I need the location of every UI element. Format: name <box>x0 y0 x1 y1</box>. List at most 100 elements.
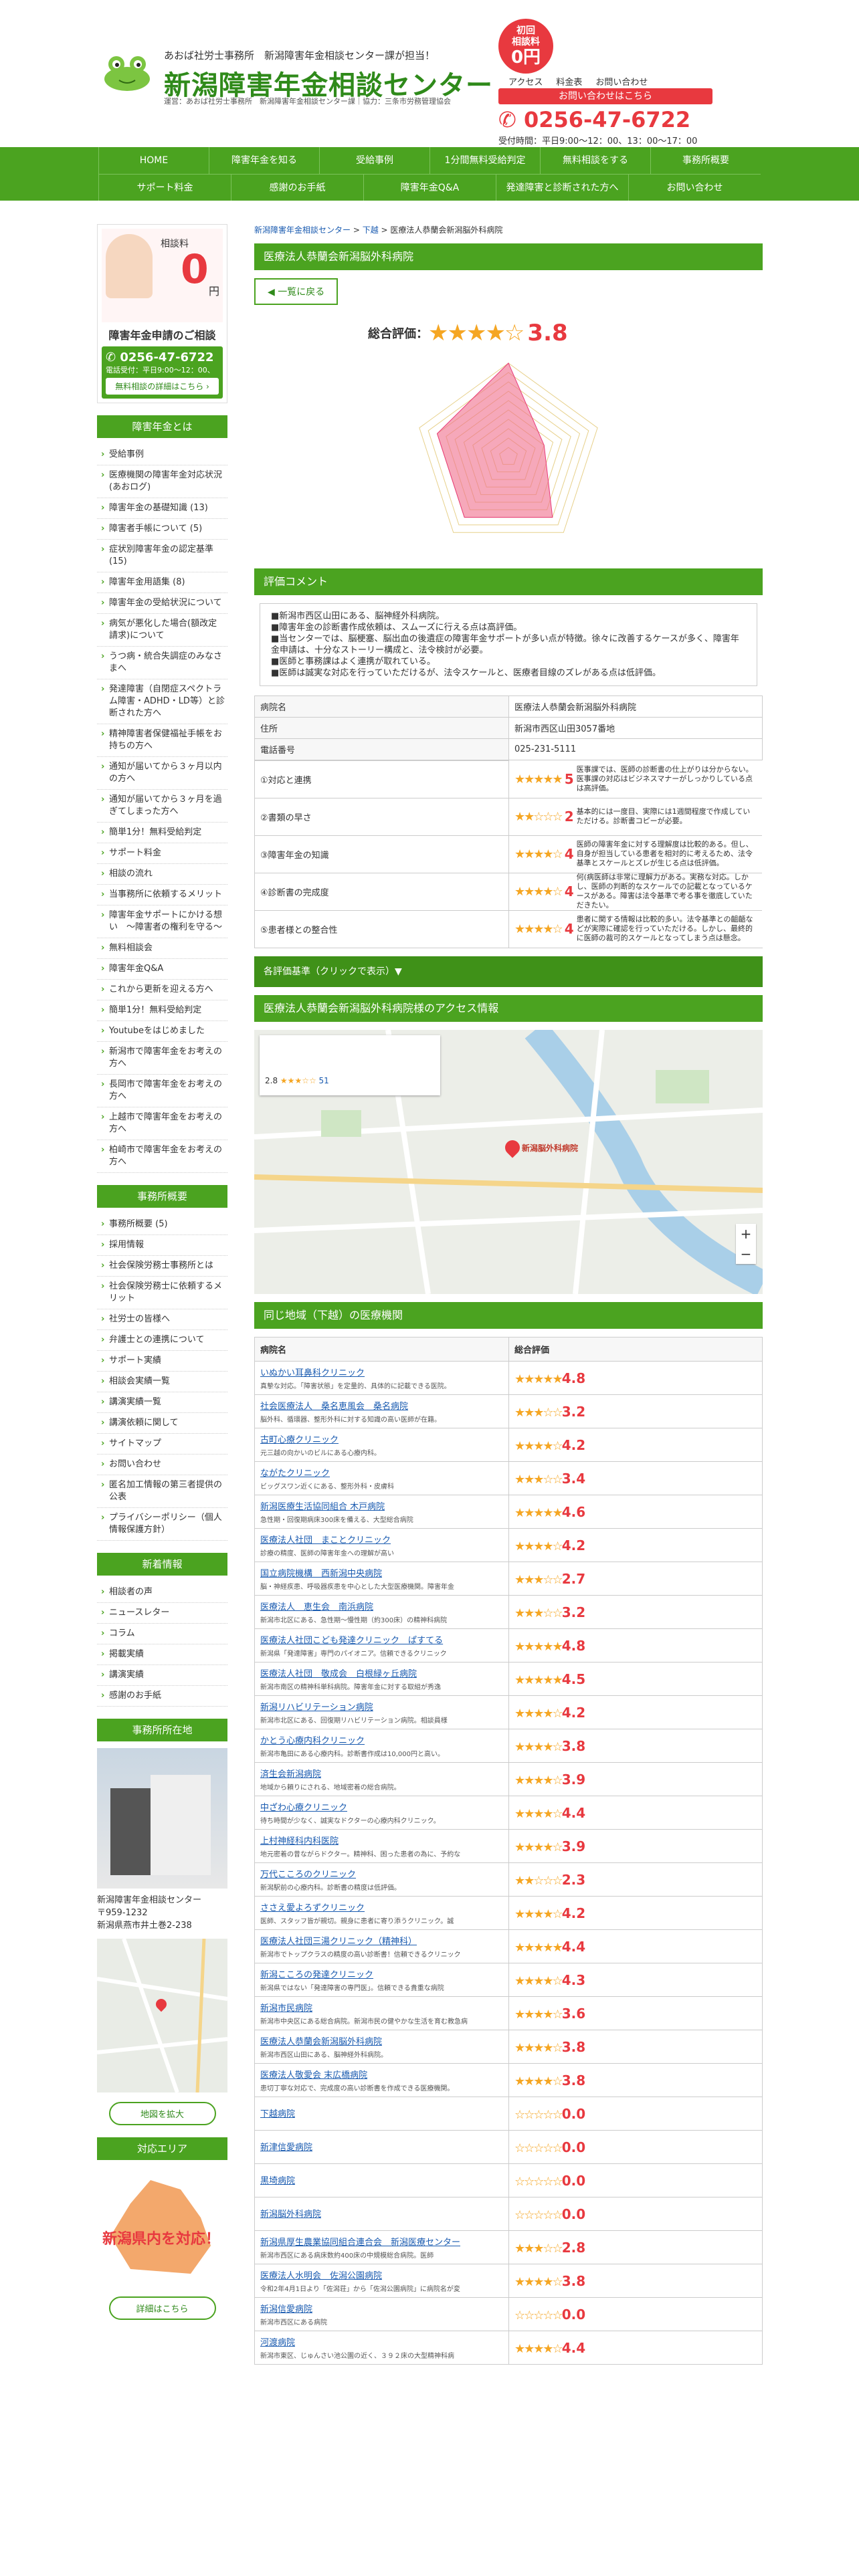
area-detail-button[interactable]: 詳細はこちら <box>108 2296 216 2320</box>
sidebar-link[interactable]: 簡単1分！無料受給判定 <box>97 823 227 843</box>
sidebar-link[interactable]: 上越市で障害年金をお考えの方へ <box>97 1107 227 1140</box>
sidebar-link[interactable]: 弁護士との連携について <box>97 1330 227 1351</box>
header-nav-contact[interactable]: お問い合わせ <box>595 75 648 88</box>
office-map[interactable] <box>96 1938 228 2093</box>
header-nav-price[interactable]: 料金表 <box>556 75 582 88</box>
sidebar-link[interactable]: 講演実績一覧 <box>97 1392 227 1413</box>
sidebar-link[interactable]: 採用情報 <box>97 1235 227 1256</box>
sidebar-link[interactable]: 相談者の声 <box>97 1582 227 1603</box>
sidebar-link[interactable]: 柏崎市で障害年金をお考えの方へ <box>97 1140 227 1173</box>
sidebar-link[interactable]: 社労士の皆様へ <box>97 1309 227 1330</box>
nearby-link[interactable]: 医療法人水明会 佐潟公園病院 <box>260 2268 503 2281</box>
sidebar-link[interactable]: 障害年金の受給状況について <box>97 593 227 614</box>
sidebar-link[interactable]: 障害年金サポートにかける想い 〜障害者の権利を守る〜 <box>97 905 227 938</box>
sidebar-link[interactable]: サポート実績 <box>97 1351 227 1372</box>
sidebar-link[interactable]: コラム <box>97 1624 227 1644</box>
nearby-link[interactable]: 万代こころのクリニック <box>260 1867 503 1880</box>
map-reviews[interactable]: 51 <box>319 1076 329 1085</box>
sidebar-link[interactable]: お問い合わせ <box>97 1455 227 1475</box>
nearby-link[interactable]: 下越病院 <box>260 2107 503 2119</box>
nearby-link[interactable]: 国立病院機構 西新潟中央病院 <box>260 1566 503 1579</box>
sidebar-link[interactable]: 事務所概要 (5) <box>97 1214 227 1235</box>
nearby-link[interactable]: 中ざわ心療クリニック <box>260 1800 503 1813</box>
nav-item[interactable]: 感謝のお手紙 <box>231 175 363 201</box>
sidebar-link[interactable]: 障害者手帳について (5) <box>97 519 227 540</box>
sidebar-link[interactable]: 社会保険労務士に依頼するメリット <box>97 1277 227 1309</box>
nav-item[interactable]: HOME <box>98 147 209 174</box>
sidebar-link[interactable]: 講演実績 <box>97 1665 227 1686</box>
sidebar-link[interactable]: Youtubeをはじめました <box>97 1021 227 1042</box>
sidebar-link[interactable]: 通知が届いてから３ヶ月以内の方へ <box>97 757 227 790</box>
nearby-link[interactable]: いぬかい耳鼻科クリニック <box>260 1366 503 1378</box>
nav-item[interactable]: 障害年金を知る <box>209 147 319 174</box>
nearby-link[interactable]: ささえ愛よろずクリニック <box>260 1901 503 1913</box>
sidebar-link[interactable]: 新潟市で障害年金をお考えの方へ <box>97 1042 227 1075</box>
sidebar-phone[interactable]: ✆ 0256-47-6722 <box>106 350 219 364</box>
sidebar-link[interactable]: 障害年金Q&A <box>97 959 227 980</box>
header-contact-button[interactable]: お問い合わせはこちら <box>498 88 712 104</box>
nearby-link[interactable]: 新潟リハビリテーション病院 <box>260 1700 503 1713</box>
nearby-link[interactable]: 河渡病院 <box>260 2335 503 2348</box>
nearby-link[interactable]: 医療法人社団三湯クリニック（精神科） <box>260 1934 503 1947</box>
nearby-link[interactable]: かとう心療内科クリニック <box>260 1733 503 1746</box>
sidebar-link[interactable]: 感謝のお手紙 <box>97 1686 227 1707</box>
nearby-link[interactable]: 黒埼病院 <box>260 2173 503 2186</box>
sidebar-link[interactable]: 障害年金用語集 (8) <box>97 572 227 593</box>
sidebar-link[interactable]: 長岡市で障害年金をお考えの方へ <box>97 1075 227 1107</box>
sidebar-link[interactable]: 発達障害（自閉症スペクトラム障害・ADHD・LD等）と診断された方へ <box>97 679 227 724</box>
nearby-link[interactable]: 社会医療法人 桑名恵風会 桑名病院 <box>260 1399 503 1412</box>
sidebar-link[interactable]: 当事務所に依頼するメリット <box>97 885 227 905</box>
map-zoom-controls[interactable]: + − <box>736 1224 756 1264</box>
sidebar-link[interactable]: これから更新を迎える方へ <box>97 980 227 1000</box>
nav-item[interactable]: サポート料金 <box>98 175 231 201</box>
sidebar-link[interactable]: サポート料金 <box>97 843 227 864</box>
map-zoom-button[interactable]: 地図を拡大 <box>108 2102 216 2125</box>
sidebar-link[interactable]: 掲載実績 <box>97 1644 227 1665</box>
nearby-link[interactable]: 医療法人敬愛会 末広橋病院 <box>260 2068 503 2080</box>
sidebar-link[interactable]: 無料相談会 <box>97 938 227 959</box>
header-phone[interactable]: ✆ 0256-47-6722 <box>498 107 690 132</box>
nearby-link[interactable]: 新津信愛病院 <box>260 2140 503 2153</box>
nearby-link[interactable]: 済生会新潟病院 <box>260 1767 503 1780</box>
nearby-link[interactable]: 医療法人恭蘭会新潟脳外科病院 <box>260 2034 503 2047</box>
nearby-link[interactable]: 新潟医療生活協同組合 木戸病院 <box>260 1499 503 1512</box>
nav-item[interactable]: 無料相談をする <box>540 147 650 174</box>
sidebar-link[interactable]: 匿名加工情報の第三者提供の公表 <box>97 1475 227 1508</box>
nearby-link[interactable]: 新潟脳外科病院 <box>260 2207 503 2220</box>
sidebar-detail-button[interactable]: 無料相談の詳細はこちら › <box>106 378 219 395</box>
nearby-link[interactable]: 上村神経科内科医院 <box>260 1834 503 1846</box>
sidebar-link[interactable]: うつ病・統合失調症のみなさまへ <box>97 647 227 679</box>
sidebar-link[interactable]: 簡単1分！無料受給判定 <box>97 1000 227 1021</box>
back-to-list-button[interactable]: ◀ 一覧に戻る <box>254 278 339 305</box>
breadcrumb-home[interactable]: 新潟障害年金相談センター <box>254 225 351 235</box>
criteria-toggle[interactable]: 各評価基準（クリックで表示）▼ <box>254 956 763 987</box>
nearby-link[interactable]: 医療法人 恵生会 南浜病院 <box>260 1600 503 1612</box>
nav-item[interactable]: お問い合わせ <box>628 175 761 201</box>
sidebar-link[interactable]: 社会保険労務士事務所とは <box>97 1256 227 1277</box>
nearby-link[interactable]: ながたクリニック <box>260 1466 503 1479</box>
sidebar-link[interactable]: 病気が悪化した場合(額改定請求)について <box>97 614 227 647</box>
nav-item[interactable]: 障害年金Q&A <box>363 175 496 201</box>
sidebar-link[interactable]: プライバシーポリシー（個人情報保護方針） <box>97 1508 227 1541</box>
nearby-link[interactable]: 新潟信愛病院 <box>260 2302 503 2315</box>
sidebar-link[interactable]: 講演依頼に関して <box>97 1413 227 1434</box>
nav-item[interactable]: 1分間無料受給判定 <box>430 147 540 174</box>
nearby-link[interactable]: 新潟県厚生農業協同組合連合会 新潟医療センター <box>260 2235 503 2248</box>
breadcrumb-region[interactable]: 下越 <box>363 225 379 235</box>
nearby-link[interactable]: 新潟こころの発達クリニック <box>260 1967 503 1980</box>
sidebar-link[interactable]: サイトマップ <box>97 1434 227 1455</box>
access-map[interactable]: 2.8 ★★★☆☆ 51 新潟脳外科病院 + − <box>254 1030 763 1294</box>
nav-item[interactable]: 受給事例 <box>319 147 430 174</box>
header-nav-access[interactable]: アクセス <box>508 75 543 88</box>
sidebar-link[interactable]: ニュースレター <box>97 1603 227 1624</box>
nearby-link[interactable]: 新潟市民病院 <box>260 2001 503 2014</box>
nearby-link[interactable]: 古町心療クリニック <box>260 1432 503 1445</box>
nearby-link[interactable]: 医療法人社団 まことクリニック <box>260 1533 503 1545</box>
sidebar-link[interactable]: 医療機関の障害年金対応状況(あおログ) <box>97 465 227 498</box>
nav-item[interactable]: 事務所概要 <box>650 147 761 174</box>
sidebar-link[interactable]: 相談会実績一覧 <box>97 1372 227 1392</box>
sidebar-link[interactable]: 精神障害者保健福祉手帳をお持ちの方へ <box>97 724 227 757</box>
sidebar-link[interactable]: 相談の流れ <box>97 864 227 885</box>
nearby-link[interactable]: 医療法人社団 敬成会 白根緑ヶ丘病院 <box>260 1667 503 1679</box>
sidebar-link[interactable]: 症状別障害年金の認定基準 (15) <box>97 540 227 572</box>
